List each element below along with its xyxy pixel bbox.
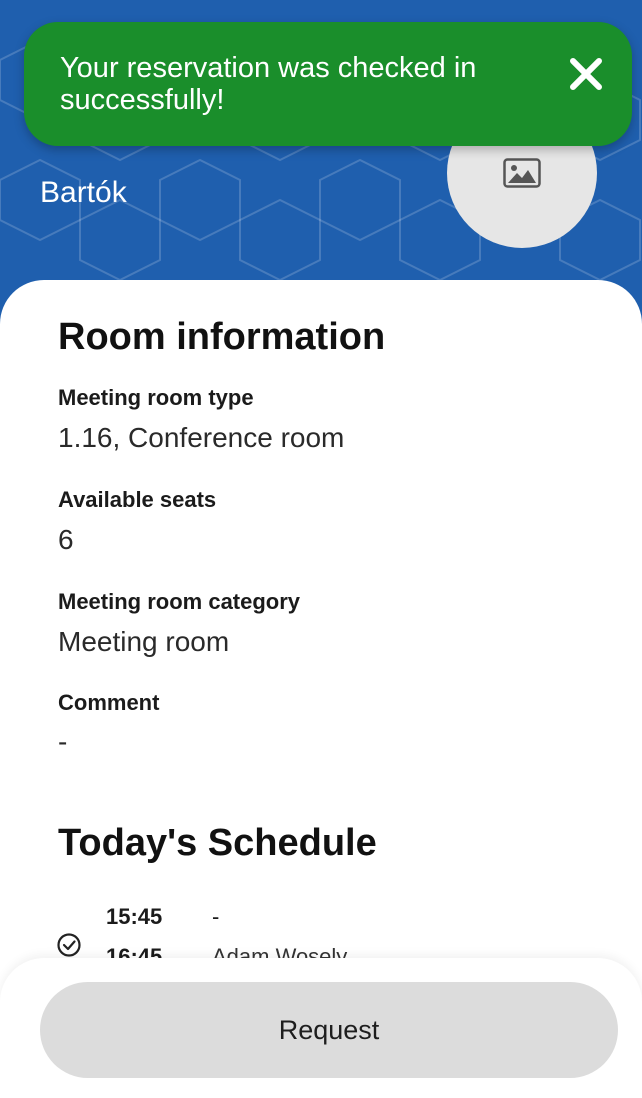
schedule-start-note: - [212,904,220,929]
schedule-start-time: 15:45 [106,904,163,929]
schedule-title: Today's Schedule [58,822,377,864]
field-label-room-type: Meeting room type [58,385,254,410]
field-value-comment: - [58,726,68,757]
success-toast: Your reservation was checked in successf… [24,22,632,146]
image-placeholder-icon [503,158,541,188]
close-icon[interactable] [564,52,608,96]
field-value-room-type: 1.16, Conference room [58,422,345,453]
bottom-action-bar: Request [0,958,642,1098]
room-information-title: Room information [58,316,386,358]
check-circle-icon [57,933,81,957]
request-button[interactable]: Request [40,982,618,1078]
field-value-available-seats: 6 [58,524,74,555]
field-label-room-category: Meeting room category [58,589,301,614]
field-label-comment: Comment [58,690,160,715]
field-label-available-seats: Available seats [58,487,217,512]
building-name: Bartók [40,176,127,209]
field-value-room-category: Meeting room [58,626,230,657]
toast-message: Your reservation was checked in successf… [60,52,477,116]
